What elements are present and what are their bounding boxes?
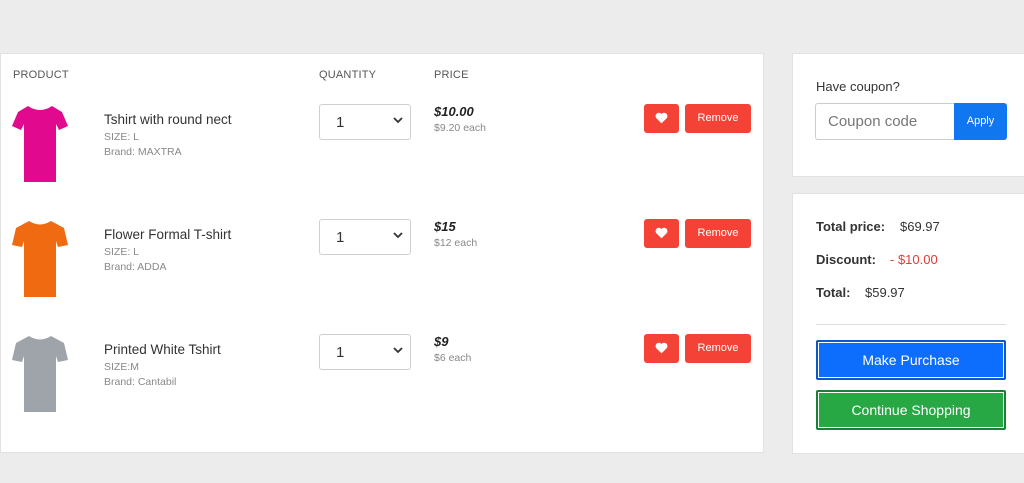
chevron-down-icon [393, 117, 403, 124]
remove-button[interactable]: Remove [685, 334, 751, 363]
total-price-label: Total price: [816, 219, 886, 234]
cart-panel: PRODUCT QUANTITY PRICE Tshirt with round… [0, 53, 764, 453]
chevron-down-icon [393, 232, 403, 239]
product-column-header: PRODUCT [13, 69, 69, 81]
product-price: $9 [434, 334, 449, 349]
discount-label: Discount: [816, 252, 876, 267]
order-summary-panel: Total price: $69.97 Discount: - $10.00 T… [792, 193, 1024, 454]
product-price: $15 [434, 219, 456, 234]
favorite-button[interactable] [644, 219, 679, 248]
chevron-down-icon [393, 347, 403, 354]
make-purchase-button[interactable]: Make Purchase [816, 340, 1006, 380]
coupon-label: Have coupon? [816, 79, 900, 94]
tshirt-image [12, 106, 68, 182]
grand-total-value: $59.97 [865, 285, 905, 300]
product-unit-price: $9.20 each [434, 122, 486, 134]
product-name: Flower Formal T-shirt [104, 227, 232, 242]
discount-value: - $10.00 [890, 252, 938, 267]
favorite-button[interactable] [644, 334, 679, 363]
summary-divider [816, 324, 1006, 325]
tshirt-image [12, 336, 68, 412]
quantity-select[interactable]: 1 [319, 334, 411, 370]
quantity-select[interactable]: 1 [319, 104, 411, 140]
continue-shopping-button[interactable]: Continue Shopping [816, 390, 1006, 430]
quantity-value: 1 [336, 344, 345, 361]
apply-coupon-button[interactable]: Apply [954, 103, 1007, 140]
cart-row: Flower Formal T-shirt SIZE: L Brand: ADD… [1, 219, 765, 319]
product-size: SIZE: L [104, 131, 140, 143]
coupon-placeholder: Coupon code [828, 113, 918, 130]
coupon-panel: Have coupon? Coupon code Apply [792, 53, 1024, 177]
quantity-value: 1 [336, 114, 345, 131]
quantity-value: 1 [336, 229, 345, 246]
tshirt-image [12, 221, 68, 297]
remove-button[interactable]: Remove [685, 219, 751, 248]
product-name: Tshirt with round nect [104, 112, 232, 127]
price-column-header: PRICE [434, 69, 469, 81]
product-brand: Brand: ADDA [104, 261, 167, 273]
favorite-button[interactable] [644, 104, 679, 133]
cart-row: Tshirt with round nect SIZE: L Brand: MA… [1, 104, 765, 204]
remove-button[interactable]: Remove [685, 104, 751, 133]
quantity-select[interactable]: 1 [319, 219, 411, 255]
quantity-column-header: QUANTITY [319, 69, 377, 81]
coupon-code-input[interactable]: Coupon code [815, 103, 954, 140]
heart-icon [655, 112, 668, 124]
heart-icon [655, 227, 668, 239]
total-price-value: $69.97 [900, 219, 940, 234]
product-price: $10.00 [434, 104, 474, 119]
product-size: SIZE:M [104, 361, 140, 373]
product-size: SIZE: L [104, 246, 140, 258]
product-brand: Brand: Cantabil [104, 376, 177, 388]
product-brand: Brand: MAXTRA [104, 146, 182, 158]
heart-icon [655, 342, 668, 354]
product-name: Printed White Tshirt [104, 342, 221, 357]
product-unit-price: $6 each [434, 352, 472, 364]
grand-total-label: Total: [816, 285, 851, 300]
cart-row: Printed White Tshirt SIZE:M Brand: Canta… [1, 334, 765, 434]
product-unit-price: $12 each [434, 237, 478, 249]
